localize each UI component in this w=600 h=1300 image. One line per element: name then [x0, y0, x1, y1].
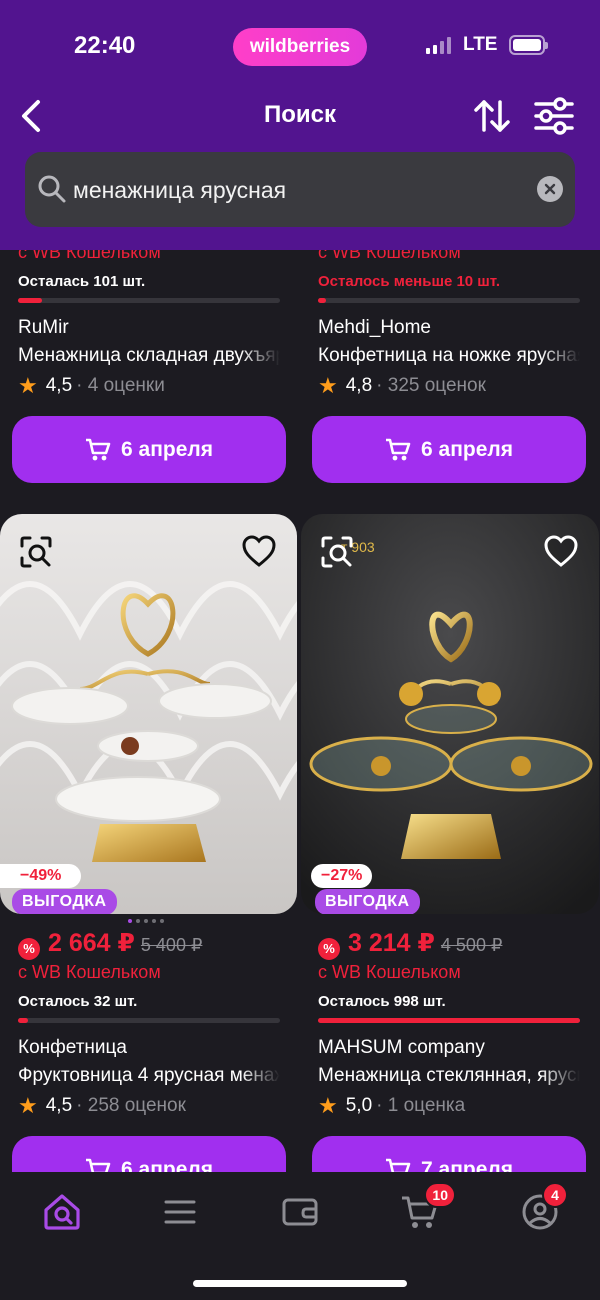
delivery-date: 6 апреля: [421, 437, 513, 461]
product-title: Менажница стеклянная, ярусная: [318, 1065, 580, 1086]
product-title: Фруктовница 4 ярусная менажница: [18, 1065, 280, 1086]
tab-cart[interactable]: 10: [398, 1182, 456, 1234]
wallet-icon: [282, 1198, 318, 1226]
stock-bar: [318, 298, 580, 303]
wallet-discount-icon: %: [318, 937, 340, 960]
add-to-cart-button[interactable]: 6 апреля: [12, 416, 286, 483]
review-count: · 4 оценки: [76, 375, 165, 396]
profile-notification-badge: 4: [542, 1182, 568, 1208]
tab-wallet[interactable]: [278, 1190, 322, 1234]
review-count: · 258 оценок: [76, 1095, 186, 1116]
old-price: 4 500 ₽: [440, 935, 503, 955]
filter-sliders-icon: [534, 97, 574, 135]
clear-search-button[interactable]: [537, 176, 563, 202]
product-image[interactable]: т 903 −27% ВЫГОДКА: [301, 514, 599, 914]
deal-badge: ВЫГОДКА: [315, 889, 420, 914]
status-time: 22:40: [74, 32, 136, 59]
stock-bar: [18, 298, 280, 303]
current-price: 3 214 ₽: [348, 929, 435, 957]
price-row: % 2 664 ₽ 5 400 ₽: [18, 928, 203, 960]
find-similar-button[interactable]: [18, 534, 54, 570]
stock-bar: [18, 1018, 280, 1023]
wallet-price-label: с WB Кошельком: [18, 962, 161, 982]
discount-badge: −49%: [0, 864, 82, 888]
visual-search-icon: [20, 536, 52, 568]
close-icon: [544, 183, 556, 195]
tiered-stand-photo: [0, 514, 297, 914]
menu-icon: [164, 1200, 196, 1224]
bottom-tab-bar: 10 4: [0, 1172, 600, 1300]
star-icon: ★: [318, 1093, 338, 1118]
rating-value: 4,8: [345, 375, 373, 396]
battery-icon: [509, 35, 549, 55]
stock-bar: [318, 1018, 580, 1023]
brand-logo: wildberries: [233, 28, 367, 66]
cart-icon: [386, 438, 411, 460]
product-brand: RuMir: [18, 317, 69, 338]
signal-icon: [426, 36, 451, 54]
star-icon: ★: [318, 373, 338, 398]
wallet-discount-icon: %: [18, 937, 40, 960]
home-indicator: [193, 1280, 407, 1287]
search-field[interactable]: менажница ярусная: [25, 152, 575, 227]
product-image[interactable]: −49% ВЫГОДКА: [0, 514, 297, 914]
favorite-button[interactable]: [543, 534, 579, 570]
app-header: 22:40 wildberries LTE Поиск менажница яр…: [0, 0, 600, 250]
product-rating: ★ 5,0 · 1 оценка: [318, 1093, 465, 1119]
stock-label: Осталась 101 шт.: [18, 273, 146, 290]
tab-home[interactable]: [40, 1190, 84, 1234]
add-to-cart-button[interactable]: 6 апреля: [312, 416, 586, 483]
stock-label: Осталось 32 шт.: [18, 993, 138, 1010]
heart-icon: [242, 535, 276, 567]
rating-value: 4,5: [45, 375, 73, 396]
delivery-date: 6 апреля: [121, 437, 213, 461]
home-search-icon: [44, 1194, 80, 1230]
tab-catalog[interactable]: [158, 1190, 202, 1234]
product-brand: MAHSUM company: [318, 1037, 485, 1058]
product-rating: ★ 4,5 · 258 оценок: [18, 1093, 186, 1119]
product-brand: Mehdi_Home: [318, 317, 431, 338]
product-rating: ★ 4,8 · 325 оценок: [318, 373, 486, 399]
product-brand: Конфетница: [18, 1037, 127, 1058]
price-row: % 3 214 ₽ 4 500 ₽: [318, 928, 503, 960]
network-label: LTE: [463, 34, 498, 55]
search-icon: [38, 175, 66, 203]
cart-count-badge: 10: [424, 1182, 456, 1208]
rating-value: 4,5: [45, 1095, 73, 1116]
status-indicators: LTE: [426, 34, 549, 56]
star-icon: ★: [18, 1093, 38, 1118]
tab-profile[interactable]: 4: [518, 1182, 568, 1234]
rating-value: 5,0: [345, 1095, 373, 1116]
review-count: · 1 оценка: [376, 1095, 466, 1116]
wallet-price-label: с WB Кошельком: [318, 962, 461, 982]
product-title: Конфетница на ножке ярусная: [318, 345, 580, 366]
stock-label: Осталось меньше 10 шт.: [318, 273, 501, 290]
search-input[interactable]: менажница ярусная: [73, 177, 286, 204]
discount-badge: −27%: [311, 864, 373, 888]
filter-button[interactable]: [532, 96, 576, 136]
deal-badge: ВЫГОДКА: [12, 889, 117, 914]
cart-icon: [86, 438, 111, 460]
old-price: 5 400 ₽: [140, 935, 203, 955]
image-pagination: [128, 919, 164, 923]
heart-icon: [544, 535, 578, 567]
glass-stand-photo: т 903: [301, 514, 599, 914]
visual-search-icon: [321, 536, 353, 568]
product-title: Менажница складная двухъярусная: [18, 345, 280, 366]
favorite-button[interactable]: [241, 534, 277, 570]
product-rating: ★ 4,5 · 4 оценки: [18, 373, 165, 399]
sort-button[interactable]: [472, 96, 512, 136]
sort-arrows-icon: [474, 100, 510, 132]
star-icon: ★: [18, 373, 38, 398]
review-count: · 325 оценок: [376, 375, 486, 396]
current-price: 2 664 ₽: [48, 929, 135, 957]
find-similar-button[interactable]: [319, 534, 355, 570]
stock-label: Осталось 998 шт.: [318, 993, 446, 1010]
